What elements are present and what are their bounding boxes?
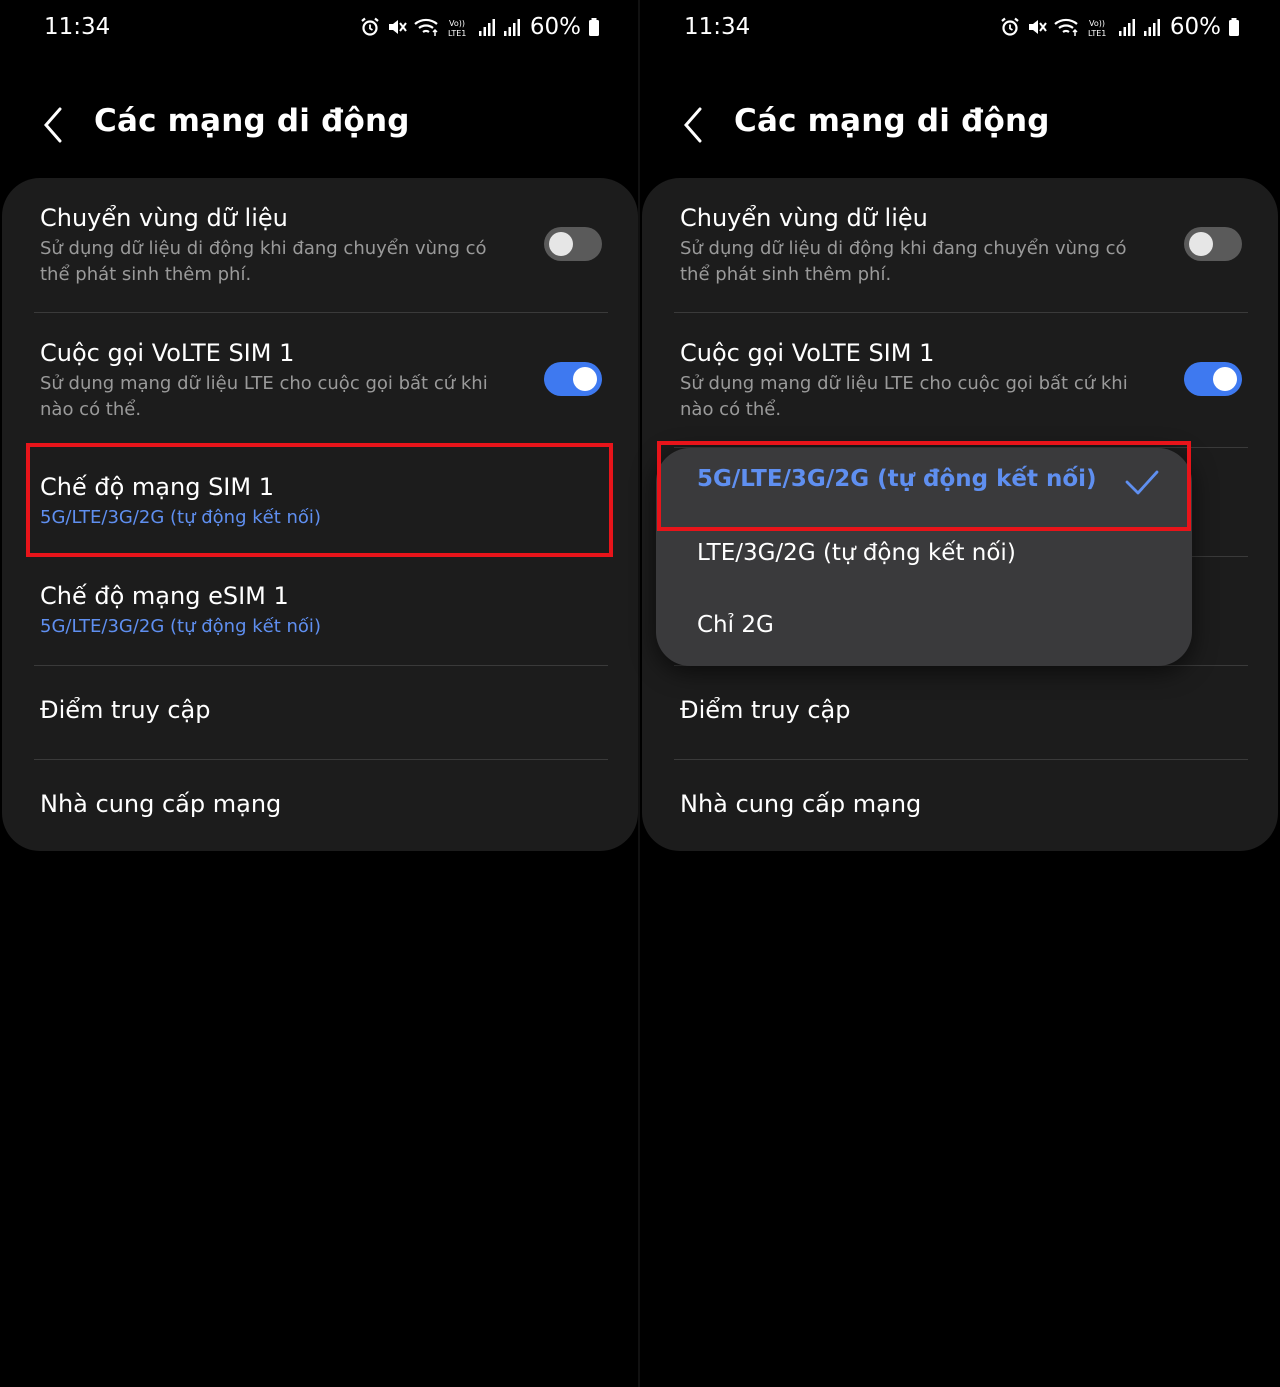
row-subtitle: Sử dụng dữ liệu di động khi đang chuyển … bbox=[40, 238, 487, 285]
row-subtitle: Sử dụng mạng dữ liệu LTE cho cuộc gọi bấ… bbox=[40, 373, 488, 420]
battery-percent: 60% bbox=[529, 14, 581, 40]
page-header: Các mạng di động bbox=[640, 95, 1280, 155]
status-time: 11:34 bbox=[44, 14, 111, 40]
volte-sim1-toggle[interactable] bbox=[1184, 362, 1242, 396]
row-title: Điểm truy cập bbox=[680, 696, 851, 724]
network-operator-row[interactable]: Nhà cung cấp mạng bbox=[2, 760, 638, 851]
chevron-left-icon bbox=[684, 107, 702, 143]
option-label: LTE/3G/2G (tự động kết nối) bbox=[697, 540, 1016, 566]
screenshot-right: 11:34 Vo)) LTE1 60% Các mạng di động Chuy… bbox=[640, 0, 1280, 1387]
network-mode-option-lte[interactable]: LTE/3G/2G (tự động kết nối) bbox=[656, 522, 1192, 592]
alarm-icon bbox=[1001, 17, 1019, 36]
row-title: Cuộc gọi VoLTE SIM 1 bbox=[40, 339, 295, 367]
access-point-row[interactable]: Điểm truy cập bbox=[642, 666, 1278, 759]
volte-lte-icon: Vo))LTE1 bbox=[448, 19, 466, 37]
option-label: Chỉ 2G bbox=[697, 612, 774, 638]
signal-icon bbox=[1118, 19, 1135, 36]
signal-icon bbox=[478, 19, 495, 36]
battery-percent: 60% bbox=[1169, 14, 1221, 40]
volte-sim1-row[interactable]: Cuộc gọi VoLTE SIM 1 Sử dụng mạng dữ liệ… bbox=[2, 313, 638, 447]
network-mode-sim1-row[interactable]: Chế độ mạng SIM 1 5G/LTE/3G/2G (tự động … bbox=[2, 448, 638, 556]
status-bar: 11:34 Vo)) LTE1 60% bbox=[640, 10, 1280, 46]
row-value: 5G/LTE/3G/2G (tự động kết nối) bbox=[40, 616, 321, 637]
row-subtitle: Sử dụng mạng dữ liệu LTE cho cuộc gọi bấ… bbox=[680, 373, 1128, 420]
row-title: Chế độ mạng SIM 1 bbox=[40, 473, 274, 501]
status-icons: Vo)) LTE1 60% bbox=[360, 14, 600, 40]
data-roaming-toggle[interactable] bbox=[1184, 227, 1242, 261]
page-title: Các mạng di động bbox=[94, 103, 410, 139]
svg-text:Vo)): Vo)) bbox=[1089, 19, 1105, 28]
svg-text:LTE1: LTE1 bbox=[1088, 29, 1106, 37]
volte-sim1-toggle[interactable] bbox=[544, 362, 602, 396]
volte-sim1-row[interactable]: Cuộc gọi VoLTE SIM 1 Sử dụng mạng dữ liệ… bbox=[642, 313, 1278, 447]
svg-text:LTE1: LTE1 bbox=[448, 29, 466, 37]
back-button[interactable] bbox=[38, 103, 70, 147]
row-title: Điểm truy cập bbox=[40, 696, 211, 724]
battery-icon bbox=[1229, 18, 1239, 36]
row-value: 5G/LTE/3G/2G (tự động kết nối) bbox=[40, 507, 321, 528]
battery-icon bbox=[589, 18, 599, 36]
status-bar: 11:34 Vo)) LTE1 60% bbox=[0, 10, 640, 46]
network-mode-option-2g[interactable]: Chỉ 2G bbox=[656, 594, 1192, 664]
alarm-icon bbox=[361, 17, 379, 36]
page-header: Các mạng di động bbox=[0, 95, 640, 155]
data-roaming-toggle[interactable] bbox=[544, 227, 602, 261]
wifi-icon bbox=[414, 18, 438, 36]
status-icons: Vo)) LTE1 60% bbox=[1000, 14, 1240, 40]
row-title: Chuyển vùng dữ liệu bbox=[40, 204, 288, 232]
row-title: Cuộc gọi VoLTE SIM 1 bbox=[680, 339, 935, 367]
screenshot-left: 11:34 Vo)) LTE1 60% Các mạng di động Chuy… bbox=[0, 0, 640, 1387]
access-point-row[interactable]: Điểm truy cập bbox=[2, 666, 638, 759]
row-title: Nhà cung cấp mạng bbox=[680, 790, 922, 818]
svg-text:Vo)): Vo)) bbox=[449, 19, 465, 28]
mute-icon bbox=[388, 20, 407, 34]
signal-icon-2 bbox=[503, 19, 520, 36]
data-roaming-row[interactable]: Chuyển vùng dữ liệu Sử dụng dữ liệu di đ… bbox=[2, 178, 638, 312]
chevron-left-icon bbox=[44, 107, 62, 143]
row-title: Chuyển vùng dữ liệu bbox=[680, 204, 928, 232]
volte-lte-icon: Vo))LTE1 bbox=[1088, 19, 1106, 37]
checkmark-icon bbox=[1125, 470, 1159, 495]
network-operator-row[interactable]: Nhà cung cấp mạng bbox=[642, 760, 1278, 851]
option-label: 5G/LTE/3G/2G (tự động kết nối) bbox=[697, 466, 1097, 492]
back-button[interactable] bbox=[678, 103, 710, 147]
settings-card: Chuyển vùng dữ liệu Sử dụng dữ liệu di đ… bbox=[2, 178, 638, 851]
row-title: Nhà cung cấp mạng bbox=[40, 790, 282, 818]
row-subtitle: Sử dụng dữ liệu di động khi đang chuyển … bbox=[680, 238, 1127, 285]
status-time: 11:34 bbox=[684, 14, 751, 40]
network-mode-esim1-row[interactable]: Chế độ mạng eSIM 1 5G/LTE/3G/2G (tự động… bbox=[2, 557, 638, 665]
wifi-icon bbox=[1054, 18, 1078, 36]
data-roaming-row[interactable]: Chuyển vùng dữ liệu Sử dụng dữ liệu di đ… bbox=[642, 178, 1278, 312]
page-title: Các mạng di động bbox=[734, 103, 1050, 139]
signal-icon-2 bbox=[1143, 19, 1160, 36]
row-title: Chế độ mạng eSIM 1 bbox=[40, 582, 289, 610]
mute-icon bbox=[1028, 20, 1047, 34]
network-mode-menu: 5G/LTE/3G/2G (tự động kết nối) LTE/3G/2G… bbox=[656, 448, 1192, 666]
network-mode-option-5g[interactable]: 5G/LTE/3G/2G (tự động kết nối) bbox=[656, 448, 1192, 518]
